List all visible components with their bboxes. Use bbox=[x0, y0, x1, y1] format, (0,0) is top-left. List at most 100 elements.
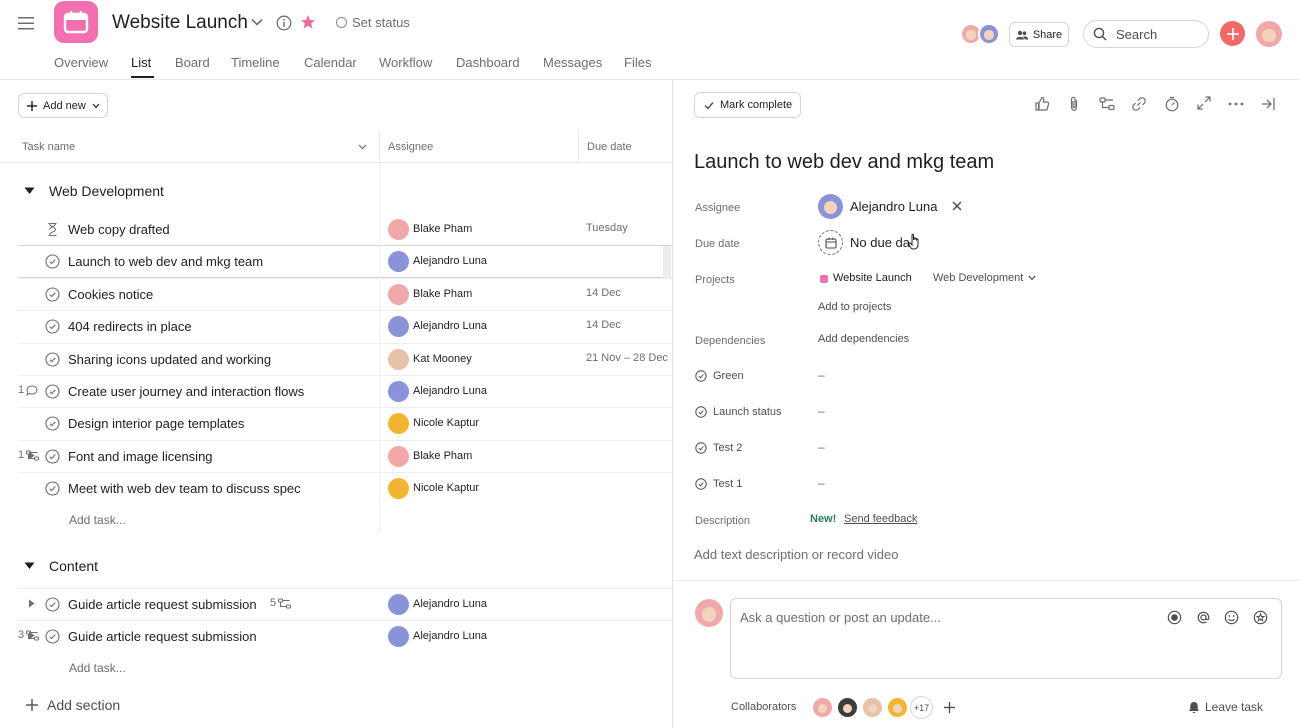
link-icon[interactable] bbox=[1131, 96, 1147, 112]
complete-checkbox-icon[interactable] bbox=[45, 449, 60, 464]
task-name[interactable]: Sharing icons updated and working bbox=[68, 352, 271, 367]
custom-field-value[interactable]: – bbox=[818, 440, 825, 454]
task-row[interactable]: Web copy drafted Blake Pham Tuesday bbox=[18, 214, 673, 246]
task-name[interactable]: Meet with web dev team to discuss spec bbox=[68, 481, 301, 496]
like-icon[interactable] bbox=[1034, 96, 1050, 112]
complete-checkbox-icon[interactable] bbox=[45, 629, 60, 644]
task-name[interactable]: Guide article request submission bbox=[68, 597, 257, 612]
star-icon[interactable] bbox=[300, 14, 316, 30]
assignee-cell[interactable]: Kat Mooney bbox=[386, 348, 586, 372]
task-name[interactable]: Guide article request submission bbox=[68, 629, 257, 644]
scrollbar[interactable] bbox=[663, 246, 671, 278]
task-row[interactable]: Guide article request submission 5 Alejand… bbox=[18, 589, 673, 621]
tab-messages[interactable]: Messages bbox=[543, 55, 602, 70]
subtask-count[interactable]: 3 bbox=[18, 629, 40, 641]
assignee-cell[interactable]: Alejandro Luna bbox=[386, 250, 586, 274]
emoji-icon[interactable] bbox=[1224, 610, 1239, 625]
task-row[interactable]: Sharing icons updated and working Kat Moo… bbox=[18, 344, 673, 376]
project-title[interactable]: Website Launch bbox=[112, 12, 248, 34]
subtask-count[interactable]: 5 bbox=[270, 597, 292, 609]
task-row[interactable]: Cookies notice Blake Pham 14 Dec bbox=[18, 279, 673, 311]
assignee-cell[interactable]: Blake Pham bbox=[386, 445, 586, 469]
subtask-count[interactable]: 1 bbox=[18, 449, 40, 461]
sticker-icon[interactable] bbox=[1253, 610, 1268, 625]
collaborator-avatar[interactable] bbox=[886, 696, 909, 719]
mention-icon[interactable] bbox=[1196, 610, 1211, 625]
assignee-cell[interactable]: Nicole Kaptur bbox=[386, 477, 586, 501]
assignee-cell[interactable]: Blake Pham bbox=[386, 283, 586, 307]
calendar-icon[interactable] bbox=[818, 230, 843, 255]
complete-checkbox-icon[interactable] bbox=[45, 319, 60, 334]
custom-field-value[interactable]: – bbox=[818, 476, 825, 490]
tab-timeline[interactable]: Timeline bbox=[231, 55, 280, 70]
hourglass-icon[interactable] bbox=[45, 222, 60, 237]
collaborator-avatar[interactable] bbox=[861, 696, 884, 719]
task-name[interactable]: Create user journey and interaction flow… bbox=[68, 384, 304, 399]
complete-checkbox-icon[interactable] bbox=[45, 254, 60, 269]
hamburger-menu-icon[interactable] bbox=[16, 14, 36, 32]
send-feedback-link[interactable]: Send feedback bbox=[844, 513, 917, 525]
column-assignee[interactable]: Assignee bbox=[388, 141, 433, 153]
assignee-name[interactable]: Alejandro Luna bbox=[850, 199, 937, 214]
assignee-cell[interactable]: Alejandro Luna bbox=[386, 593, 586, 617]
search-input[interactable]: Search bbox=[1083, 20, 1209, 48]
tab-files[interactable]: Files bbox=[624, 55, 651, 70]
custom-field-value[interactable]: – bbox=[818, 404, 825, 418]
task-name[interactable]: Design interior page templates bbox=[68, 416, 244, 431]
task-row[interactable]: 404 redirects in place Alejandro Luna 14 D… bbox=[18, 311, 673, 343]
collapse-triangle-icon[interactable] bbox=[24, 187, 35, 195]
project-link[interactable]: Website Launch bbox=[833, 272, 912, 284]
tab-board[interactable]: Board bbox=[175, 55, 210, 70]
due-date-cell[interactable]: 14 Dec bbox=[586, 319, 621, 331]
expand-icon[interactable] bbox=[1197, 96, 1211, 110]
remove-assignee-icon[interactable] bbox=[952, 201, 962, 211]
due-date-cell[interactable]: Tuesday bbox=[586, 222, 628, 234]
task-row[interactable]: Font and image licensing 1 Blake Pham bbox=[18, 441, 673, 473]
task-row[interactable]: Design interior page templates Nicole Kap… bbox=[18, 408, 673, 440]
tab-list[interactable]: List bbox=[131, 55, 151, 70]
tab-calendar[interactable]: Calendar bbox=[304, 55, 357, 70]
due-date-cell[interactable]: 14 Dec bbox=[586, 287, 621, 299]
collapse-triangle-icon[interactable] bbox=[24, 562, 35, 570]
complete-checkbox-icon[interactable] bbox=[45, 416, 60, 431]
task-name[interactable]: Cookies notice bbox=[68, 287, 153, 302]
assignee-cell[interactable]: Alejandro Luna bbox=[386, 315, 586, 339]
section-name[interactable]: Web Development bbox=[49, 183, 164, 199]
task-title[interactable]: Launch to web dev and mkg team bbox=[694, 151, 994, 174]
column-due-date[interactable]: Due date bbox=[587, 141, 632, 153]
complete-checkbox-icon[interactable] bbox=[45, 481, 60, 496]
column-task-name[interactable]: Task name bbox=[22, 141, 75, 153]
attachment-icon[interactable] bbox=[1068, 96, 1080, 112]
share-button[interactable]: Share bbox=[1009, 22, 1069, 47]
add-new-button[interactable]: Add new bbox=[18, 93, 108, 118]
chevron-down-icon[interactable] bbox=[250, 15, 264, 29]
more-options-icon[interactable] bbox=[1228, 102, 1244, 106]
info-icon[interactable] bbox=[275, 14, 292, 31]
assignee-avatar[interactable] bbox=[818, 194, 843, 219]
task-name[interactable]: Launch to web dev and mkg team bbox=[68, 254, 263, 269]
section-name[interactable]: Content bbox=[49, 558, 98, 574]
collaborator-avatar[interactable] bbox=[836, 696, 859, 719]
add-section-button[interactable]: Add section bbox=[26, 697, 120, 713]
mark-complete-button[interactable]: Mark complete bbox=[694, 92, 801, 118]
comment-count[interactable]: 1 bbox=[18, 384, 38, 396]
complete-checkbox-icon[interactable] bbox=[45, 287, 60, 302]
create-plus-button[interactable] bbox=[1220, 21, 1245, 46]
task-row[interactable]: Create user journey and interaction flow… bbox=[18, 376, 673, 408]
timer-icon[interactable] bbox=[1164, 96, 1180, 112]
tab-workflow[interactable]: Workflow bbox=[379, 55, 432, 70]
assignee-cell[interactable]: Nicole Kaptur bbox=[386, 412, 586, 436]
leave-task-button[interactable]: Leave task bbox=[1188, 700, 1263, 714]
close-panel-icon[interactable] bbox=[1261, 97, 1275, 111]
add-collaborator-icon[interactable] bbox=[944, 702, 955, 713]
description-input[interactable]: Add text description or record video bbox=[694, 547, 899, 562]
due-date-cell[interactable]: 21 Nov – 28 Dec bbox=[586, 352, 668, 364]
collaborator-avatar[interactable] bbox=[811, 696, 834, 719]
member-avatar[interactable] bbox=[978, 23, 1000, 45]
add-to-projects[interactable]: Add to projects bbox=[818, 301, 891, 313]
add-dependencies[interactable]: Add dependencies bbox=[818, 333, 909, 345]
assignee-cell[interactable]: Blake Pham bbox=[386, 218, 586, 242]
subtask-icon[interactable] bbox=[1099, 96, 1115, 112]
task-name[interactable]: 404 redirects in place bbox=[68, 319, 192, 334]
custom-field-value[interactable]: – bbox=[818, 368, 825, 382]
